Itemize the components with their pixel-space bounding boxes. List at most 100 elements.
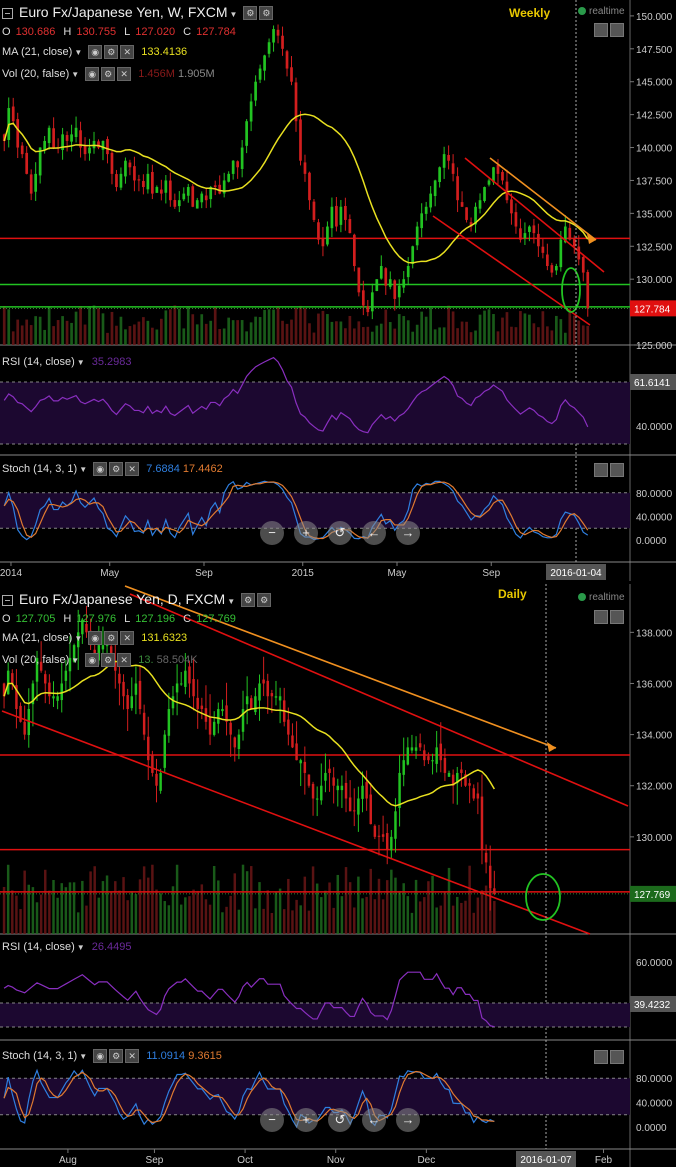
volume-bar [97,897,101,934]
gear-icon[interactable]: ⚙ [109,1049,124,1063]
volume-bar [370,331,374,345]
candle-body [451,163,455,174]
pane-up-button[interactable] [594,23,608,37]
zoom-out-button[interactable]: − [260,521,284,545]
weekly-rsi-legend[interactable]: RSI (14, close) ▼ 35.2983 [2,356,132,368]
candle-body [250,698,253,710]
gear-icon[interactable]: ⚙ [101,653,116,667]
weekly-title-row[interactable]: Euro Fx/Japanese Yen, W, FXCM ▼ ⚙ ⚙ [2,4,274,21]
price-tick-label: 134.000 [636,731,673,742]
candle-body [406,266,410,278]
chevron-down-icon[interactable]: ▼ [74,634,82,643]
chevron-down-icon[interactable]: ▼ [230,10,238,19]
scroll-right-button[interactable]: → [396,521,420,545]
volume-bar [480,890,484,934]
chevron-down-icon[interactable]: ▼ [71,70,79,79]
zoom-in-button[interactable]: + [294,521,318,545]
volume-bar [89,871,92,934]
eye-icon[interactable]: ◉ [85,67,100,81]
daily-stoch-k: 11.0914 [146,1049,186,1062]
volume-bar [501,317,504,345]
pane-up-button[interactable] [594,610,608,624]
volume-bar [267,309,271,345]
candle-body [476,793,480,799]
chevron-down-icon[interactable]: ▼ [74,48,82,57]
close-icon[interactable]: ✕ [125,1049,140,1063]
candle-body [447,154,450,161]
daily-vol-legend[interactable]: Vol (20, false) ▼ ◉ ⚙ ✕ 13. 58.504K [2,653,198,667]
volume-bar [109,891,113,934]
volume-bar [122,877,125,934]
volume-bar [231,320,235,345]
reset-button[interactable]: ↺ [328,521,352,545]
volume-bar [546,326,549,345]
stoch-pane-up-button[interactable] [594,463,608,477]
pane-down-button[interactable] [610,610,624,624]
eye-icon[interactable]: ◉ [93,1049,108,1063]
candle-body [361,290,365,306]
volume-bar [348,315,352,345]
volume-bar [385,880,389,934]
stoch-pane-down-button[interactable] [610,1050,624,1064]
gear-icon[interactable]: ⚙ [109,462,124,476]
stoch-pane-up-button[interactable] [594,1050,608,1064]
chevron-down-icon[interactable]: ▼ [77,943,85,952]
volume-bar [465,321,468,345]
gear-icon[interactable]: ⚙ [257,593,272,608]
weekly-ma-legend[interactable]: MA (21, close) ▼ ◉ ⚙ ✕ 133.4136 [2,45,187,59]
volume-bar [281,320,284,345]
candle-body [559,239,563,268]
volume-bar [155,889,158,934]
close-icon[interactable]: ✕ [120,45,135,59]
volume-bar [70,322,73,345]
eye-icon[interactable]: ◉ [85,653,100,667]
stoch-pane-down-button[interactable] [610,463,624,477]
candle-body [478,200,482,209]
volume-bar [287,878,290,934]
gear-icon[interactable]: ⚙ [104,45,119,59]
scroll-left-button[interactable]: ← [362,1108,386,1132]
candle-body [186,187,190,196]
candle-body [357,267,361,293]
gear-icon[interactable]: ⚙ [104,631,119,645]
scroll-left-button[interactable]: ← [362,521,386,545]
close-icon[interactable]: ✕ [117,67,132,81]
stoch-tick-label: 80.0000 [636,1074,673,1085]
candle-body [70,134,73,142]
chevron-down-icon[interactable]: ▼ [71,656,79,665]
volume-bar [105,875,109,934]
candle-body [83,145,87,155]
daily-ma-legend[interactable]: MA (21, close) ▼ ◉ ⚙ ✕ 131.6323 [2,631,187,645]
close-icon[interactable]: ✕ [117,653,132,667]
eye-icon[interactable]: ◉ [93,462,108,476]
close-icon[interactable]: ✕ [125,462,140,476]
chevron-down-icon[interactable]: ▼ [77,358,85,367]
volume-bar [237,909,241,934]
pane-down-button[interactable] [610,23,624,37]
weekly-vol-legend[interactable]: Vol (20, false) ▼ ◉ ⚙ ✕ 1.456M 1.905M [2,67,215,81]
stoch-tick-label: 0.0000 [636,1123,667,1134]
chevron-down-icon[interactable]: ▼ [79,1052,87,1061]
collapse-icon[interactable] [2,594,13,606]
collapse-icon[interactable] [2,7,13,19]
daily-rsi-legend[interactable]: RSI (14, close) ▼ 26.4495 [2,941,132,953]
reset-button[interactable]: ↺ [328,1108,352,1132]
gear-icon[interactable]: ⚙ [101,67,116,81]
scroll-right-button[interactable]: → [396,1108,420,1132]
zoom-in-button[interactable]: + [294,1108,318,1132]
eye-icon[interactable]: ◉ [88,45,103,59]
settings-icon[interactable]: ⚙ [241,593,256,608]
daily-stoch-legend[interactable]: Stoch (14, 3, 1) ▼ ◉ ⚙ ✕ 11.0914 9.3615 [2,1049,222,1063]
zoom-out-button[interactable]: − [260,1108,284,1132]
eye-icon[interactable]: ◉ [88,631,103,645]
volume-bar [393,328,397,345]
chevron-down-icon[interactable]: ▼ [79,465,87,474]
daily-title-row[interactable]: Euro Fx/Japanese Yen, D, FXCM ▼ ⚙ ⚙ [2,591,272,608]
candle-body [11,673,14,684]
chevron-down-icon[interactable]: ▼ [227,597,235,606]
gear-icon[interactable]: ⚙ [259,6,274,21]
weekly-stoch-legend[interactable]: Stoch (14, 3, 1) ▼ ◉ ⚙ ✕ 7.6884 17.4462 [2,462,223,476]
settings-icon[interactable]: ⚙ [243,6,258,21]
close-icon[interactable]: ✕ [120,631,135,645]
candle-body [20,145,24,155]
